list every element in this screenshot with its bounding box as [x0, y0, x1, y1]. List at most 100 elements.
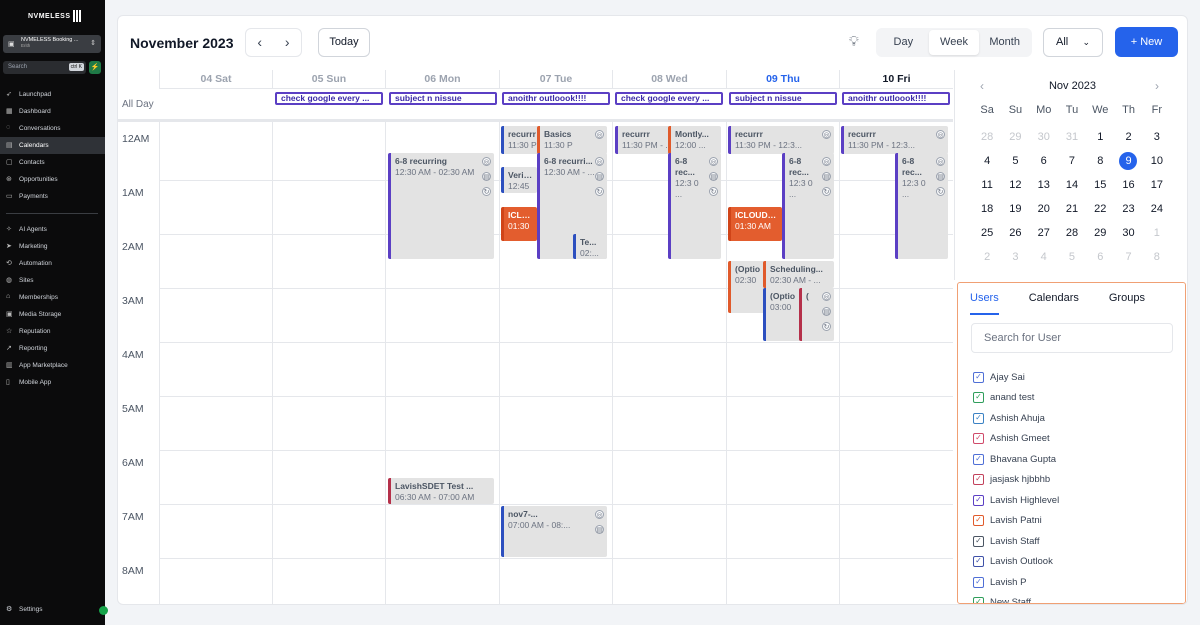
checkbox-checked-icon[interactable]: ✓: [973, 371, 984, 383]
sidebar-item-automation[interactable]: ⟲ Automation: [0, 255, 105, 272]
sidebar-item-conversations[interactable]: ◌ Conversations: [0, 120, 105, 137]
settings-icon[interactable]: ◎: [595, 130, 604, 139]
event-card[interactable]: recurrr 11:30 PM - ...: [615, 126, 673, 154]
mini-day[interactable]: 2: [973, 248, 1001, 266]
checkbox-checked-icon[interactable]: ✓: [973, 392, 984, 404]
sidebar-item-payments[interactable]: ▭ Payments: [0, 188, 105, 205]
note-icon[interactable]: ▤: [822, 307, 831, 316]
event-card[interactable]: 6-8 recurring 12:30 AM - 02:30 AM ◎ ▤ ↻: [388, 153, 494, 259]
mini-day[interactable]: 13: [1030, 176, 1058, 194]
day-header-sat[interactable]: 04 Sat: [159, 70, 272, 89]
sidebar-item-reputation[interactable]: ☆ Reputation: [0, 323, 105, 340]
recurring-icon[interactable]: ↻: [709, 187, 718, 196]
mini-day[interactable]: 10: [1143, 152, 1171, 170]
mini-day[interactable]: 30: [1030, 128, 1058, 146]
mini-day[interactable]: 1: [1086, 128, 1114, 146]
sidebar-item-media-storage[interactable]: ▣ Media Storage: [0, 306, 105, 323]
checkbox-checked-icon[interactable]: ✓: [973, 535, 984, 547]
all-day-event[interactable]: anoithr outloook!!!!: [502, 92, 610, 105]
sidebar-item-ai-agents[interactable]: ✧ AI Agents: [0, 221, 105, 238]
tab-users[interactable]: Users: [970, 283, 999, 315]
user-list-item[interactable]: ✓ Ajay Sai: [973, 367, 1173, 388]
sidebar-item-opportunities[interactable]: ⊛ Opportunities: [0, 171, 105, 188]
event-card[interactable]: recurrr 11:30 PM - 12:3... ◎: [728, 126, 834, 154]
checkbox-checked-icon[interactable]: ✓: [973, 453, 984, 465]
mini-next-month-button[interactable]: ›: [1155, 79, 1159, 93]
user-list-item[interactable]: ✓ Lavish Patni: [973, 511, 1173, 532]
quick-action-bolt-icon[interactable]: ⚡: [89, 61, 101, 74]
mini-day[interactable]: 7: [1114, 248, 1142, 266]
note-icon[interactable]: ▤: [482, 172, 491, 181]
mini-day[interactable]: 29: [1086, 224, 1114, 242]
mini-day[interactable]: 5: [1001, 152, 1029, 170]
event-card[interactable]: Basics 11:30 P ◎: [537, 126, 607, 154]
settings-icon[interactable]: ◎: [595, 510, 604, 519]
mini-day[interactable]: 6: [1030, 152, 1058, 170]
checkbox-checked-icon[interactable]: ✓: [973, 412, 984, 424]
mini-day[interactable]: 20: [1030, 200, 1058, 218]
mini-day-selected[interactable]: 9: [1114, 152, 1142, 170]
tab-groups[interactable]: Groups: [1109, 283, 1145, 315]
tab-calendars[interactable]: Calendars: [1029, 283, 1079, 315]
sidebar-item-launchpad[interactable]: ➶ Launchpad: [0, 86, 105, 103]
settings-icon[interactable]: ◎: [822, 292, 831, 301]
sidebar-item-dashboard[interactable]: ▦ Dashboard: [0, 103, 105, 120]
day-header-wed[interactable]: 08 Wed: [612, 70, 726, 89]
view-day-button[interactable]: Day: [878, 30, 929, 55]
mini-day[interactable]: 4: [973, 152, 1001, 170]
mini-day[interactable]: 25: [973, 224, 1001, 242]
user-list-item[interactable]: ✓ New Staff: [973, 593, 1173, 603]
user-list-item[interactable]: ✓ Ashish Ahuja: [973, 408, 1173, 429]
mini-day[interactable]: 15: [1086, 176, 1114, 194]
day-header-thu[interactable]: 09 Thu: [726, 70, 839, 89]
sidebar-item-contacts[interactable]: ▢ Contacts: [0, 154, 105, 171]
all-day-event[interactable]: subject n nissue: [729, 92, 837, 105]
sidebar-item-reporting[interactable]: ↗ Reporting: [0, 340, 105, 357]
sidebar-item-sites[interactable]: ◍ Sites: [0, 272, 105, 289]
new-event-button[interactable]: + New: [1115, 27, 1178, 57]
next-week-button[interactable]: ›: [274, 29, 302, 56]
checkbox-checked-icon[interactable]: ✓: [973, 597, 984, 603]
recurring-icon[interactable]: ↻: [936, 187, 945, 196]
mini-day[interactable]: 30: [1114, 224, 1142, 242]
event-card[interactable]: 6-8 rec... 12:3 0 ... ◎ ▤ ↻: [782, 153, 834, 259]
sidebar-item-app-marketplace[interactable]: ▥ App Marketplace: [0, 357, 105, 374]
mini-day[interactable]: 14: [1058, 176, 1086, 194]
event-card[interactable]: ( ◎ ▤ ↻: [799, 288, 834, 341]
mini-day[interactable]: 23: [1114, 200, 1142, 218]
account-switcher[interactable]: ▣ NVMELESS Booking ... Erith ⇕: [3, 35, 101, 53]
day-header-sun[interactable]: 05 Sun: [272, 70, 385, 89]
mini-day[interactable]: 3: [1143, 128, 1171, 146]
recurring-icon[interactable]: ↻: [822, 187, 831, 196]
mini-day[interactable]: 26: [1001, 224, 1029, 242]
mini-day[interactable]: 3: [1001, 248, 1029, 266]
note-icon[interactable]: ▤: [595, 172, 604, 181]
mini-day[interactable]: 21: [1058, 200, 1086, 218]
sidebar-item-marketing[interactable]: ➤ Marketing: [0, 238, 105, 255]
event-card[interactable]: Verifaj 12:45: [501, 167, 537, 193]
event-card[interactable]: (Optio 02:30: [728, 261, 766, 313]
all-day-event[interactable]: check google every ...: [615, 92, 723, 105]
settings-icon[interactable]: ◎: [595, 157, 604, 166]
sidebar-item-memberships[interactable]: ⌂ Memberships: [0, 289, 105, 306]
mini-day[interactable]: 22: [1086, 200, 1114, 218]
user-list-item[interactable]: ✓ Ashish Gmeet: [973, 429, 1173, 450]
lightbulb-icon[interactable]: 💡︎: [849, 33, 859, 50]
view-month-button[interactable]: Month: [979, 30, 1030, 55]
user-list-item[interactable]: ✓ Lavish Outlook: [973, 552, 1173, 573]
mini-day[interactable]: 31: [1058, 128, 1086, 146]
mini-day[interactable]: 28: [973, 128, 1001, 146]
mini-day[interactable]: 17: [1143, 176, 1171, 194]
mini-day[interactable]: 27: [1030, 224, 1058, 242]
event-card[interactable]: Montly... 12:00 ...: [668, 126, 721, 154]
prev-week-button[interactable]: ‹: [246, 29, 274, 56]
user-list-item[interactable]: ✓ Lavish Highlevel: [973, 490, 1173, 511]
view-week-button[interactable]: Week: [928, 30, 980, 55]
mini-day[interactable]: 24: [1143, 200, 1171, 218]
all-day-event[interactable]: anoithr outloook!!!!: [842, 92, 950, 105]
checkbox-checked-icon[interactable]: ✓: [973, 433, 984, 445]
day-header-tue[interactable]: 07 Tue: [499, 70, 612, 89]
all-day-event[interactable]: subject n nissue: [389, 92, 497, 105]
note-icon[interactable]: ▤: [936, 172, 945, 181]
recurring-icon[interactable]: ↻: [822, 322, 831, 331]
